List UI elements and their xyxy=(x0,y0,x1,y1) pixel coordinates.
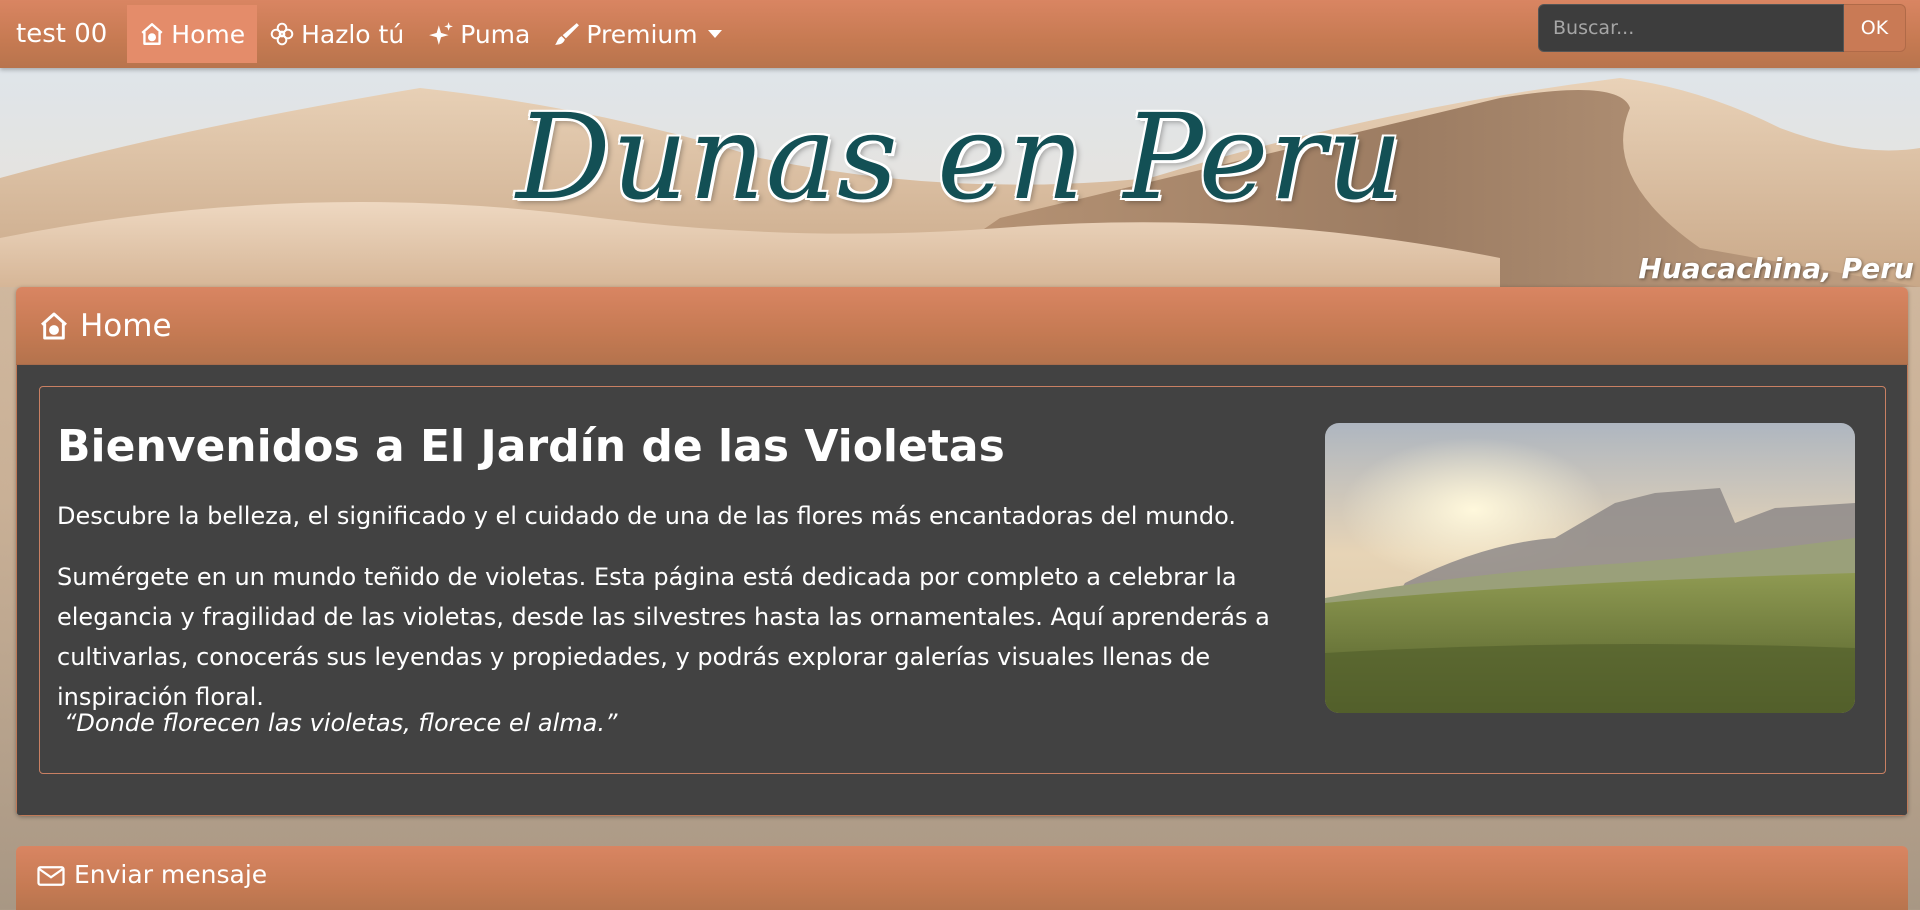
sparkles-icon xyxy=(429,22,454,45)
search-input[interactable] xyxy=(1538,4,1844,52)
nav-item-label: Puma xyxy=(460,19,531,49)
nav-item-label: Hazlo tú xyxy=(301,19,405,49)
welcome-card: Bienvenidos a El Jardín de las Violetas … xyxy=(39,386,1886,774)
nav-item-hazlo-tu[interactable]: Hazlo tú xyxy=(257,5,416,63)
home-icon xyxy=(141,23,163,45)
chevron-down-icon xyxy=(707,30,722,38)
welcome-title: Bienvenidos a El Jardín de las Violetas xyxy=(57,421,1005,472)
brand-link[interactable]: test 00 xyxy=(16,19,107,49)
nav-item-premium-dropdown[interactable]: Premium xyxy=(542,5,733,63)
search-form: OK xyxy=(1538,4,1906,52)
flower-icon xyxy=(270,22,294,46)
banner-title: Dunas en Peru xyxy=(516,88,1404,226)
top-navbar: test 00 Home Hazlo tú Puma Premium OK xyxy=(0,0,1920,68)
home-icon xyxy=(41,312,67,339)
banner-caption: Huacachina, Peru xyxy=(1638,252,1914,285)
send-message-panel-header[interactable]: Enviar mensaje xyxy=(16,846,1908,910)
search-submit-button[interactable]: OK xyxy=(1844,4,1906,52)
nav-item-label: Premium xyxy=(586,19,698,49)
header-banner: Dunas en Peru Huacachina, Peru xyxy=(0,68,1920,287)
description-paragraph: Sumérgete en un mundo teñido de violetas… xyxy=(57,563,1270,711)
nav-item-puma[interactable]: Puma xyxy=(416,5,542,63)
envelope-icon xyxy=(37,866,65,886)
landscape-photo xyxy=(1325,423,1855,713)
home-panel: Home Bienvenidos a El Jardín de las Viol… xyxy=(16,287,1908,816)
home-panel-body: Bienvenidos a El Jardín de las Violetas … xyxy=(16,365,1908,816)
intro-paragraph: Descubre la belleza, el significado y el… xyxy=(57,502,1236,530)
panel-title: Home xyxy=(80,307,172,344)
nav-item-home[interactable]: Home xyxy=(127,5,258,63)
panel-title: Enviar mensaje xyxy=(74,860,268,889)
brush-icon xyxy=(555,23,580,45)
home-panel-header: Home xyxy=(16,287,1908,365)
nav-item-label: Home xyxy=(171,19,246,49)
quote-text: “Donde florecen las violetas, florece el… xyxy=(64,709,618,737)
